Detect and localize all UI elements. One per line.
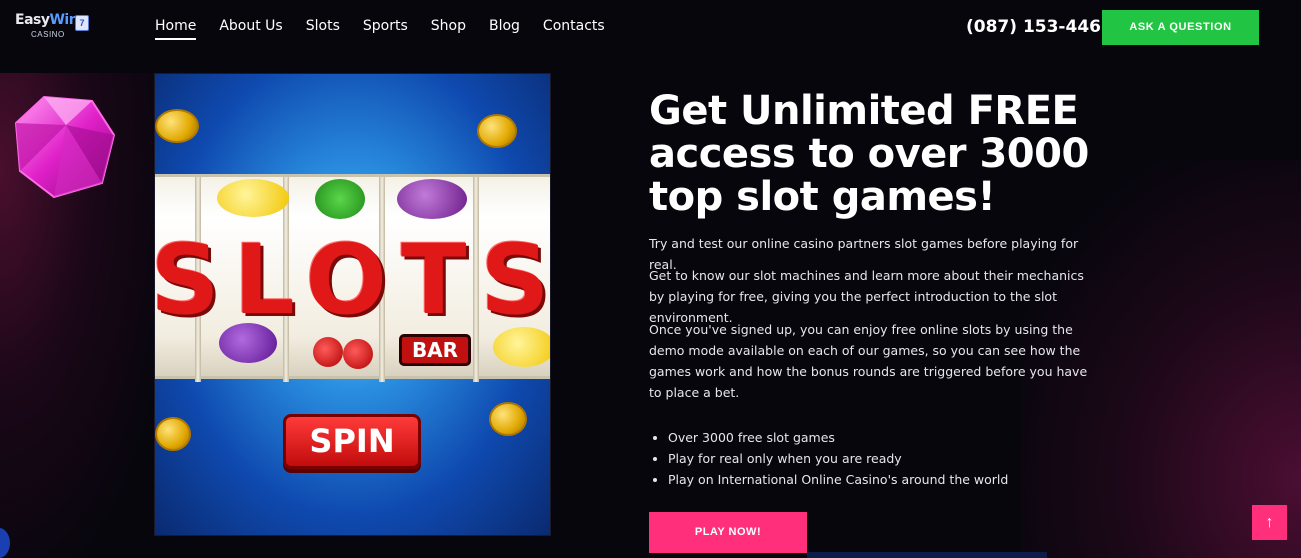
site-header: EasyWin 7 CASINO Home About Us Slots Spo… [0,0,1301,60]
nav-about-us[interactable]: About Us [219,18,282,40]
main-nav: Home About Us Slots Sports Shop Blog Con… [155,18,628,40]
feature-item: Play for real only when you are ready [668,448,1008,469]
section-edge [807,552,1047,558]
nav-shop[interactable]: Shop [431,18,466,40]
nav-blog[interactable]: Blog [489,18,520,40]
arrow-up-icon: ↑ [1265,514,1274,531]
bar-symbol: BAR [399,334,471,366]
play-now-button[interactable]: PLAY NOW! [649,512,807,553]
coin-icon [477,114,517,148]
nav-sports[interactable]: Sports [363,18,408,40]
nav-slots[interactable]: Slots [306,18,340,40]
nav-home[interactable]: Home [155,18,197,40]
feature-item: Play on International Online Casino's ar… [668,469,1008,490]
coin-icon [489,402,527,436]
ask-question-button[interactable]: ASK A QUESTION [1102,10,1259,45]
feature-list: Over 3000 free slot games Play for real … [668,427,1008,490]
phone-number[interactable]: (087) 153-4466 [966,17,1113,37]
lemon-icon [217,179,289,217]
coin-icon [155,109,199,143]
logo-subtext: CASINO [31,30,65,39]
slots-graphic-text: SLOTS [154,224,551,336]
spin-graphic: SPIN [283,414,421,469]
hero-paragraph: Once you've signed up, you can enjoy fre… [649,322,1088,400]
nav-contacts[interactable]: Contacts [543,18,605,40]
coin-icon [155,417,191,451]
cherry-icon [313,337,343,367]
plum-icon [397,179,467,219]
slot-machine-image: SLOTS BAR SPIN [154,73,551,536]
hero-title: Get Unlimited FREE access to over 3000 t… [649,88,1089,220]
cherry-icon [343,339,373,369]
logo[interactable]: EasyWin 7 CASINO [15,12,95,42]
scroll-to-top-button[interactable]: ↑ [1252,505,1287,540]
feature-item: Over 3000 free slot games [668,427,1008,448]
logo-card-icon: 7 [75,15,89,31]
clover-icon [315,179,365,219]
gem-icon [14,95,116,199]
logo-text: EasyWin [15,12,79,28]
